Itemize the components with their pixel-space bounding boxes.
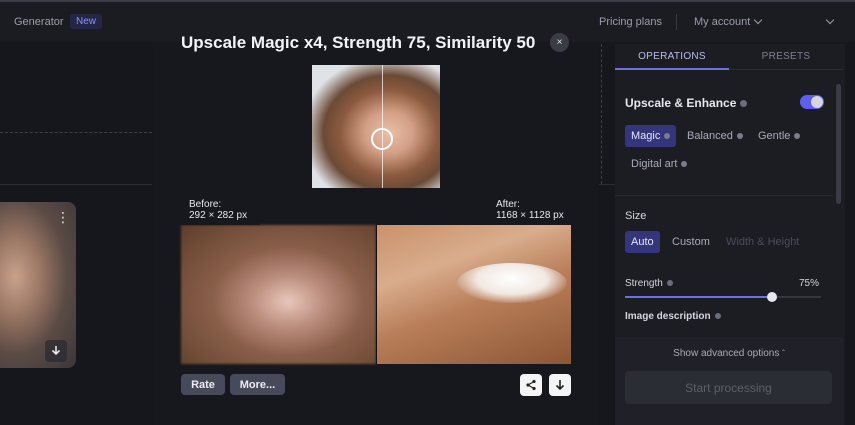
preview-thumbnail[interactable]: [312, 65, 440, 188]
more-vertical-icon[interactable]: ⋮: [56, 210, 70, 224]
new-badge: New: [70, 14, 103, 29]
close-icon[interactable]: ×: [550, 33, 569, 52]
panel-scrollbar[interactable]: [836, 84, 841, 204]
nav-generator[interactable]: Generator: [14, 16, 64, 28]
info-icon[interactable]: [794, 133, 801, 139]
divider: [615, 195, 833, 196]
before-size: 292 × 282 px: [189, 210, 248, 221]
chevron-down-icon[interactable]: [753, 15, 763, 25]
tab-presets[interactable]: PRESETS: [729, 51, 843, 62]
before-label-title: Before:: [189, 199, 222, 210]
active-tab-indicator: [615, 68, 729, 70]
strength-label-text: Strength: [625, 278, 663, 289]
before-image: [181, 225, 376, 364]
start-processing-button: Start processing: [625, 371, 832, 404]
drop-zone-border: [0, 132, 152, 133]
mode-label: Magic: [631, 130, 661, 142]
upscale-section-title: Upscale & Enhance: [625, 96, 748, 110]
info-icon[interactable]: [664, 133, 671, 139]
after-label: After: 1168 × 1128 px: [489, 195, 571, 225]
chevron-down-icon[interactable]: [825, 15, 835, 25]
size-auto[interactable]: Auto: [625, 231, 660, 253]
after-size: 1168 × 1128 px: [496, 210, 564, 221]
mode-magic[interactable]: Magic: [625, 125, 677, 147]
info-icon[interactable]: [740, 100, 748, 108]
tab-operations[interactable]: OPERATIONS: [615, 51, 729, 62]
before-label: Before: 292 × 282 px: [181, 195, 260, 225]
size-label: Size: [625, 210, 647, 222]
tab-divider: [729, 69, 843, 70]
strength-slider-fill: [625, 296, 772, 298]
show-advanced-options[interactable]: Show advanced options ˆ: [615, 348, 843, 359]
strength-value: 75%: [799, 278, 820, 289]
mode-gentle[interactable]: Gentle: [752, 125, 806, 147]
mode-label: Balanced: [687, 130, 733, 142]
zoom-lens-handle[interactable]: [371, 128, 393, 150]
nav-pricing-plans[interactable]: Pricing plans: [599, 16, 662, 28]
divider: [0, 184, 152, 185]
info-icon[interactable]: [666, 280, 673, 287]
size-custom[interactable]: Custom: [666, 231, 716, 253]
nav-separator: [676, 14, 677, 30]
image-description-label: Image description: [625, 311, 721, 322]
compare-line: [382, 65, 383, 188]
drop-zone-border: [601, 44, 602, 184]
size-width-height: Width & Height: [726, 236, 800, 248]
upscale-title-text: Upscale & Enhance: [625, 96, 737, 110]
nav-my-account[interactable]: My account: [694, 16, 750, 28]
mode-label: Gentle: [758, 130, 791, 142]
chevron-up-icon: ˆ: [782, 349, 785, 358]
download-icon[interactable]: [549, 374, 571, 396]
toggle-knob: [811, 96, 823, 108]
download-icon[interactable]: [45, 340, 67, 362]
modal-title: Upscale Magic x4, Strength 75, Similarit…: [181, 33, 536, 52]
image-description-text: Image description: [625, 311, 711, 322]
after-image-detail: [457, 263, 567, 303]
compare-divider[interactable]: [376, 225, 377, 364]
share-icon[interactable]: [520, 374, 542, 396]
after-label-title: After:: [496, 199, 520, 210]
info-icon[interactable]: [681, 161, 688, 167]
strength-label: Strength: [625, 278, 673, 289]
after-image: [377, 225, 571, 364]
rate-button[interactable]: Rate: [181, 374, 225, 395]
mode-label: Digital art: [631, 158, 678, 170]
strength-slider-handle[interactable]: [767, 292, 777, 302]
more-button[interactable]: More...: [230, 374, 285, 395]
info-icon[interactable]: [736, 133, 743, 139]
mode-balanced[interactable]: Balanced: [681, 125, 749, 147]
info-icon[interactable]: [714, 313, 721, 320]
mode-digital-art[interactable]: Digital art: [625, 153, 693, 175]
divider: [599, 184, 615, 185]
advanced-options-text: Show advanced options: [673, 348, 780, 359]
